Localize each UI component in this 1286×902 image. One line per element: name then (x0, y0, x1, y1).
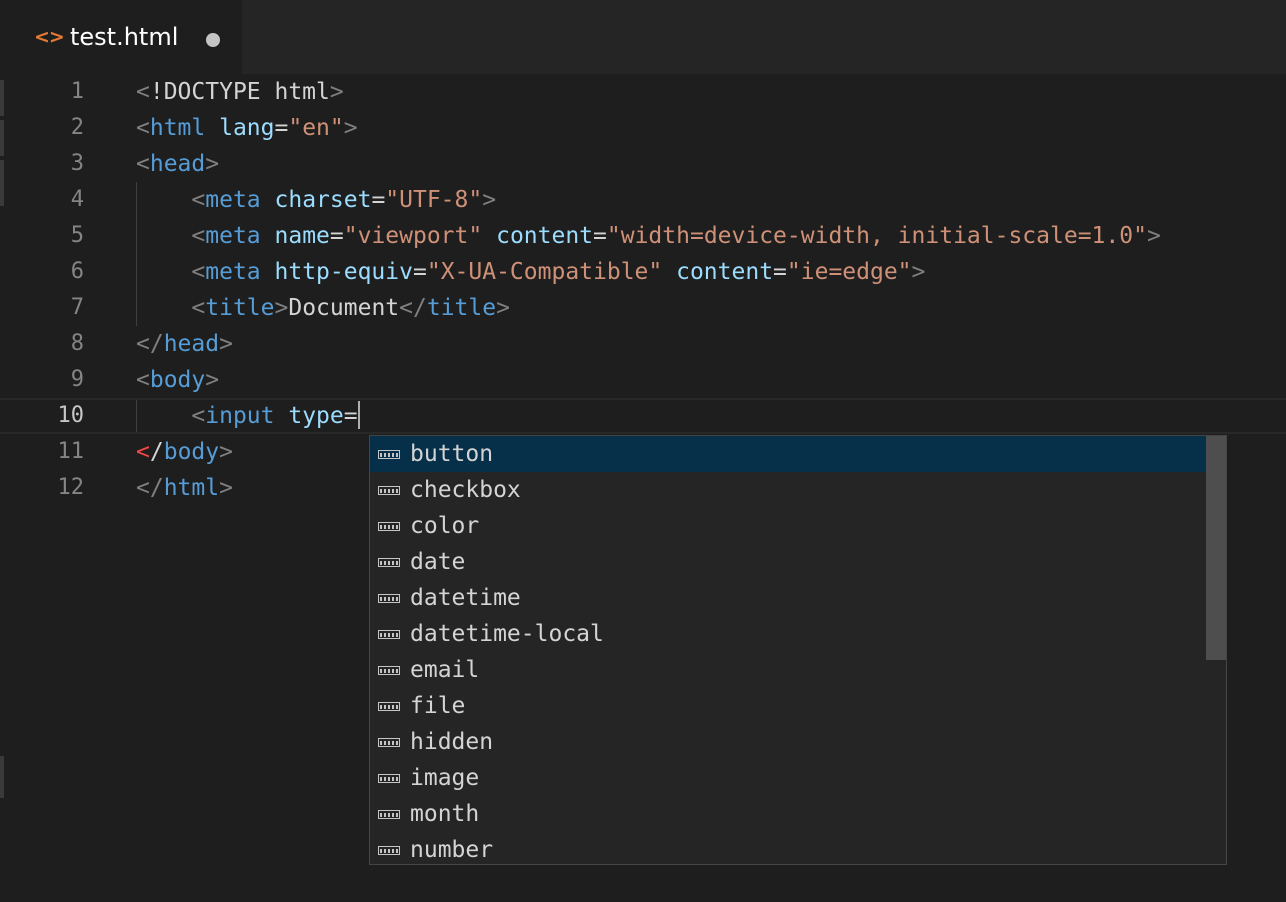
code-line[interactable]: 4 <meta charset="UTF-8"> (0, 182, 1286, 218)
suggestion-item[interactable]: number (370, 832, 1206, 864)
suggestion-label: date (410, 549, 466, 575)
tab-test-html[interactable]: <> test.html (0, 0, 242, 74)
suggestion-item[interactable]: email (370, 652, 1206, 688)
code-line[interactable]: 9 <body> (0, 362, 1286, 398)
tab-bar: <> test.html (0, 0, 1286, 74)
enum-value-icon (378, 702, 400, 711)
code-line[interactable]: 8 </head> (0, 326, 1286, 362)
code-line[interactable]: 2 <html lang="en"> (0, 110, 1286, 146)
suggestion-label: button (410, 441, 494, 467)
suggestion-item[interactable]: date (370, 544, 1206, 580)
enum-value-icon (378, 558, 400, 567)
suggestion-label: month (410, 801, 480, 827)
line-number: 3 (70, 151, 84, 176)
suggestion-label: datetime (410, 585, 521, 611)
line-number: 7 (70, 295, 84, 320)
code-text: </head> (136, 331, 233, 357)
enum-value-icon (378, 846, 400, 855)
code-text: <input type= (136, 398, 360, 434)
line-number: 2 (70, 115, 84, 140)
enum-value-icon (378, 486, 400, 495)
enum-value-icon (378, 522, 400, 531)
text-cursor (357, 400, 360, 429)
suggestion-item[interactable]: color (370, 508, 1206, 544)
line-number: 5 (70, 223, 84, 248)
suggestion-label: file (410, 693, 466, 719)
enum-value-icon (378, 450, 400, 459)
suggestion-label: image (410, 765, 480, 791)
code-line[interactable]: 1 <!DOCTYPE html> (0, 74, 1286, 110)
line-number: 12 (57, 475, 85, 500)
suggestion-label: number (410, 837, 494, 863)
suggestion-widget[interactable]: button checkbox color date datetime date… (369, 435, 1227, 865)
enum-value-icon (378, 774, 400, 783)
enum-value-icon (378, 630, 400, 639)
code-text: <html lang="en"> (136, 115, 358, 141)
suggestion-item[interactable]: image (370, 760, 1206, 796)
code-brackets-icon: <> (34, 26, 65, 48)
line-number: 4 (70, 187, 84, 212)
suggestion-item[interactable]: datetime (370, 580, 1206, 616)
line-number: 10 (57, 403, 85, 428)
suggestion-label: checkbox (410, 477, 521, 503)
suggestion-scrollbar[interactable] (1206, 436, 1226, 660)
enum-value-icon (378, 810, 400, 819)
code-text: </body> (136, 439, 233, 465)
suggestion-label: color (410, 513, 480, 539)
code-text: <head> (136, 151, 220, 177)
code-line[interactable]: 5 <meta name="viewport" content="width=d… (0, 218, 1286, 254)
suggestion-item[interactable]: datetime-local (370, 616, 1206, 652)
suggestion-item[interactable]: checkbox (370, 472, 1206, 508)
line-number: 8 (70, 331, 84, 356)
suggestion-item-selected[interactable]: button (370, 436, 1206, 472)
code-text: <meta name="viewport" content="width=dev… (191, 223, 1161, 249)
code-text: <meta http-equiv="X-UA-Compatible" conte… (191, 259, 926, 285)
suggestion-item[interactable]: month (370, 796, 1206, 832)
code-text: <!DOCTYPE html> (136, 79, 344, 105)
unsaved-dot-icon[interactable] (206, 33, 220, 47)
code-line[interactable]: 7 <title>Document</title> (0, 290, 1286, 326)
enum-value-icon (378, 738, 400, 747)
code-text: <body> (136, 367, 220, 393)
code-line[interactable]: 6 <meta http-equiv="X-UA-Compatible" con… (0, 254, 1286, 290)
code-text: <meta charset="UTF-8"> (191, 187, 497, 213)
line-number: 1 (70, 79, 84, 104)
suggestion-label: hidden (410, 729, 494, 755)
enum-value-icon (378, 666, 400, 675)
line-number: 9 (70, 367, 84, 392)
suggestion-label: datetime-local (410, 621, 604, 647)
line-number: 6 (70, 259, 84, 284)
suggestion-label: email (410, 657, 480, 683)
code-text: <title>Document</title> (191, 295, 510, 321)
code-line-current[interactable]: 10 <input type= (0, 398, 1286, 434)
line-number: 11 (57, 439, 85, 464)
enum-value-icon (378, 594, 400, 603)
suggestion-item[interactable]: file (370, 688, 1206, 724)
code-text: </html> (136, 475, 233, 501)
suggestion-item[interactable]: hidden (370, 724, 1206, 760)
editor-window: <> test.html 1 <!DOCTYPE html> 2 <html l… (0, 0, 1286, 902)
tab-title: test.html (70, 23, 179, 51)
code-line[interactable]: 3 <head> (0, 146, 1286, 182)
